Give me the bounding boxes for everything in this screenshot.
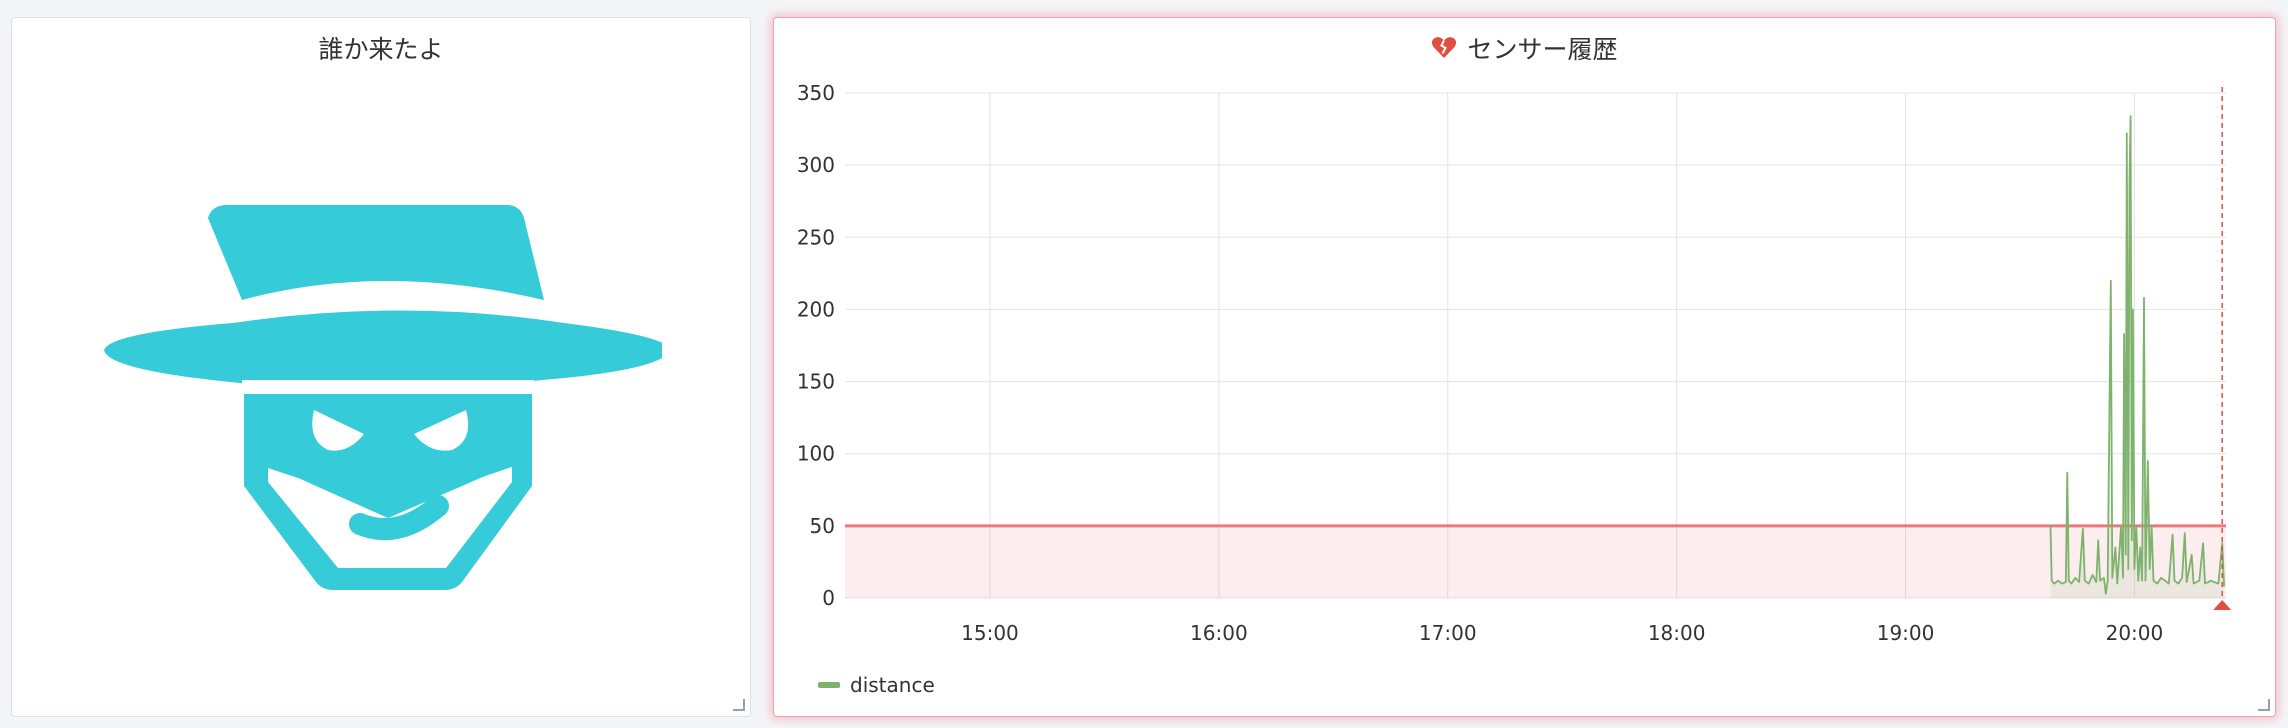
y-tick-label: 0	[822, 586, 835, 610]
resize-handle-right[interactable]	[2258, 699, 2270, 711]
series-line-distance	[2049, 115, 2225, 595]
y-tick-label: 300	[797, 153, 835, 177]
y-tick-label: 200	[797, 297, 835, 321]
y-tick-label: 100	[797, 442, 835, 466]
x-tick-label: 20:00	[2106, 621, 2164, 645]
chart-legend: distance	[818, 673, 935, 697]
y-tick-label: 50	[810, 514, 835, 538]
x-tick-label: 17:00	[1419, 621, 1477, 645]
now-marker-triangle	[2213, 600, 2232, 610]
visitor-panel: 誰か来たよ	[11, 17, 751, 717]
x-tick-label: 16:00	[1190, 621, 1248, 645]
y-tick-label: 250	[797, 225, 835, 249]
masked-burglar-icon	[104, 204, 662, 590]
x-tick-label: 15:00	[961, 621, 1019, 645]
y-tick-label: 350	[797, 81, 835, 105]
threshold-fill	[845, 525, 2226, 598]
x-tick-label: 19:00	[1877, 621, 1935, 645]
x-tick-label: 18:00	[1648, 621, 1706, 645]
legend-swatch-distance[interactable]	[818, 682, 840, 688]
visitor-panel-title[interactable]: 誰か来たよ	[12, 30, 750, 66]
y-tick-label: 150	[797, 370, 835, 394]
sensor-history-chart: 0 50 100 150 200 250 300 350 15:00 16:00 17:00 18:…	[797, 81, 2232, 645]
sensor-history-panel: センサー履歴 0 50 100 150 200 250 300 350 15:00 16:00 1…	[773, 17, 2276, 717]
legend-label-distance[interactable]: distance	[850, 673, 935, 697]
resize-handle-left[interactable]	[733, 699, 745, 711]
